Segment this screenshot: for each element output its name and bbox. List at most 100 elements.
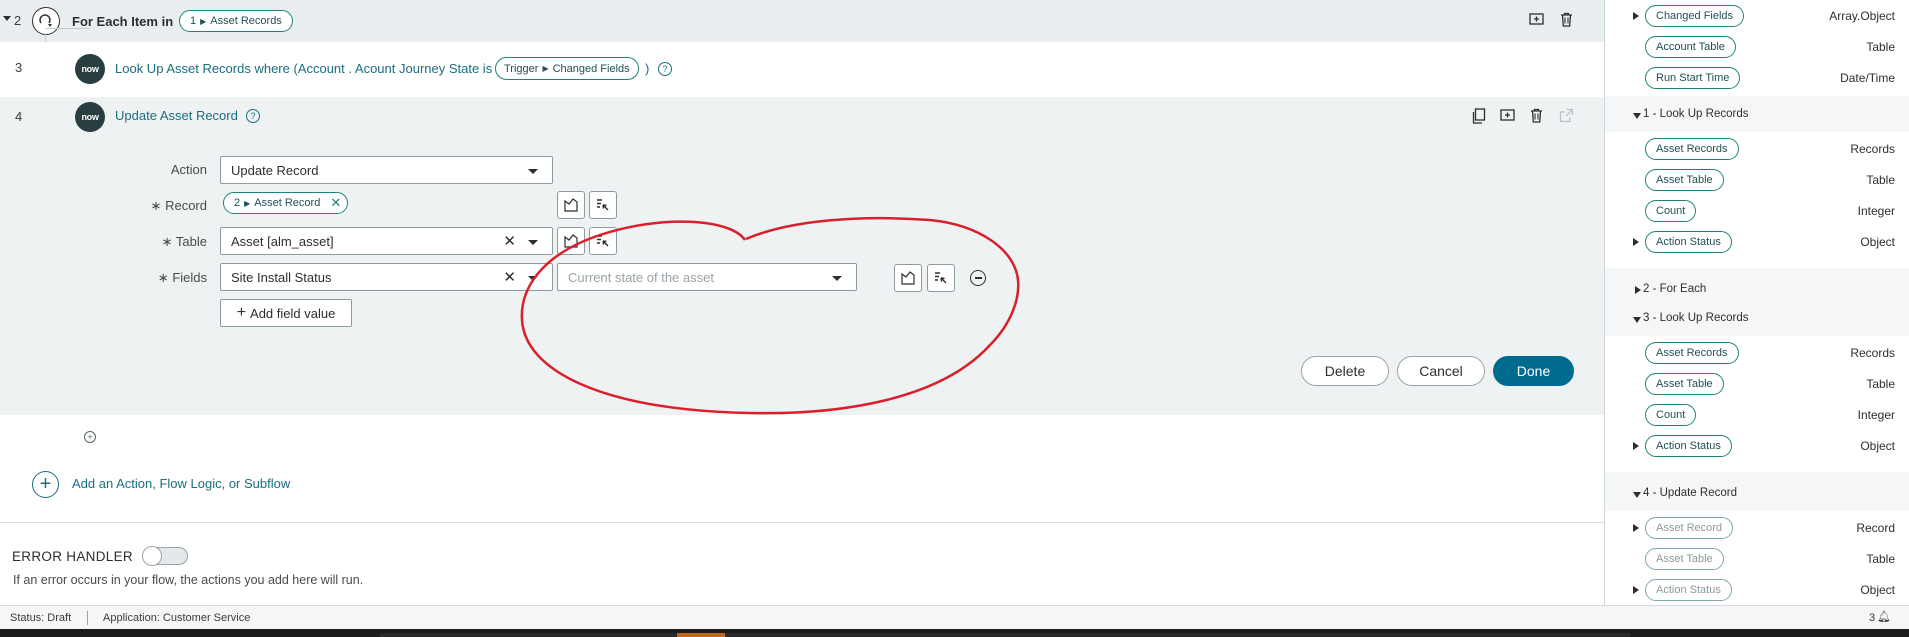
error-handler-toggle[interactable] [142, 546, 188, 566]
section-header[interactable]: 1 - Look Up Records [1643, 108, 1748, 120]
bell-icon[interactable]: 🔔︎ [1877, 610, 1891, 623]
action-value: Update Record [231, 162, 319, 178]
step-number: 4 [15, 109, 23, 124]
divider [87, 611, 88, 625]
required-mark: ∗ [150, 198, 162, 213]
help-icon[interactable]: ? [658, 62, 672, 76]
done-button[interactable]: Done [1493, 356, 1574, 386]
help-icon[interactable]: ? [246, 109, 260, 123]
data-type: Object [1860, 583, 1895, 597]
add-comment-icon[interactable] [1529, 13, 1545, 30]
delete-button[interactable]: Delete [1301, 356, 1389, 386]
section-header[interactable]: 4 - Update Record [1643, 487, 1737, 499]
data-type: Object [1860, 235, 1895, 249]
flow-editor: 2 For Each Item in 1 ▶ Asset Records 3 now… [0, 0, 1604, 605]
pill-label: Changed Fields [552, 62, 630, 75]
data-pill[interactable]: Asset Records [1645, 138, 1739, 160]
copy-icon[interactable] [1472, 108, 1486, 127]
data-pill[interactable]: Action Status [1645, 579, 1732, 601]
fields-label-text: Fields [172, 270, 207, 285]
expand-icon[interactable] [1633, 12, 1639, 20]
add-field-value-button[interactable]: + Add field value [220, 299, 352, 327]
data-type: Records [1850, 346, 1895, 360]
pill-label: Asset Records [210, 15, 282, 27]
toggle-knob [142, 546, 162, 566]
data-pill[interactable]: Asset Table [1645, 169, 1724, 191]
add-step-icon[interactable]: + [84, 431, 96, 443]
step-title[interactable]: Look Up Asset Records where (Account . A… [115, 61, 492, 76]
data-type: Record [1856, 521, 1895, 535]
step-number: 3 [15, 60, 23, 75]
loop-icon [32, 7, 60, 35]
step-title[interactable]: Update Asset Record [115, 108, 238, 123]
pill-label: Trigger [504, 62, 539, 75]
expand-icon[interactable] [1633, 524, 1639, 532]
section-header[interactable]: 3 - Look Up Records [1643, 312, 1748, 324]
trash-icon[interactable] [1560, 12, 1573, 30]
collapse-icon[interactable] [1633, 317, 1641, 323]
expand-icon[interactable] [1633, 442, 1639, 450]
data-pill[interactable]: Count [1645, 404, 1697, 426]
step-title: For Each Item in [72, 14, 174, 29]
taskbar-strip [0, 629, 1909, 637]
table-select[interactable]: Asset [alm_asset] ✕ [220, 227, 553, 255]
data-pill[interactable]: Asset Table [1645, 373, 1724, 395]
data-pill[interactable]: Action Status [1645, 231, 1732, 253]
expand-icon[interactable] [1633, 586, 1639, 594]
action-label: Action [170, 162, 207, 177]
section-header[interactable]: 2 - For Each [1643, 283, 1706, 295]
trash-icon[interactable] [1530, 108, 1543, 126]
field-name-select[interactable]: Site Install Status ✕ [220, 263, 553, 291]
data-pill[interactable]: Changed Fields [1645, 5, 1745, 27]
add-action-icon[interactable]: + [32, 471, 59, 498]
data-type: Integer [1857, 204, 1895, 218]
pill-arrow-icon: ▶ [542, 64, 549, 73]
add-comment-icon[interactable] [1500, 109, 1516, 126]
expand-icon[interactable] [1635, 286, 1641, 294]
collapse-icon[interactable] [1633, 492, 1641, 498]
data-pill[interactable]: Account Table [1645, 36, 1736, 58]
divider [0, 522, 1604, 523]
data-pill[interactable]: Count [1645, 200, 1697, 222]
field-name-value: Site Install Status [231, 269, 332, 285]
close-paren: ) [645, 61, 650, 76]
remove-pill-icon[interactable]: ✕ [330, 195, 341, 211]
now-logo-icon: now [75, 102, 105, 132]
required-mark: ∗ [157, 270, 169, 285]
fields-label: ∗ Fields [112, 270, 207, 286]
data-pill[interactable]: Action Status [1645, 435, 1732, 457]
data-pill[interactable]: Asset Record [1645, 517, 1734, 539]
required-mark: ∗ [161, 234, 173, 249]
table-label: ∗ Table [112, 234, 207, 250]
record-label: ∗ Record [112, 198, 207, 214]
data-pill[interactable]: Asset Records [1645, 342, 1739, 364]
taskbar-item [380, 633, 1630, 637]
asset-record-data-pill[interactable]: 2 ▶ Asset Record ✕ [223, 192, 349, 214]
expand-icon[interactable] [1633, 238, 1639, 246]
data-type: Array.Object [1829, 9, 1895, 23]
pill-index: 1 [190, 15, 197, 27]
asset-records-data-pill[interactable]: 1 ▶ Asset Records [179, 10, 293, 32]
trigger-changed-fields-pill[interactable]: Trigger ▶ Changed Fields [495, 57, 639, 80]
table-value: Asset [alm_asset] [231, 233, 334, 249]
data-type: Table [1866, 173, 1895, 187]
pill-arrow-icon: ▶ [244, 198, 251, 208]
cancel-button[interactable]: Cancel [1397, 356, 1485, 386]
action-select[interactable]: Update Record [220, 156, 553, 184]
flow-connector [46, 28, 90, 29]
pill-arrow-icon: ▶ [200, 16, 207, 26]
external-link-icon[interactable] [1559, 108, 1574, 126]
data-pill[interactable]: Asset Table [1645, 548, 1724, 570]
application-text: Application: Customer Service [103, 612, 251, 624]
notification-count[interactable]: 3 [1869, 612, 1875, 624]
add-field-value-label: Add field value [250, 305, 336, 321]
data-panel: Changed Fields Array.Object Account Table T… [1604, 0, 1909, 605]
collapse-icon[interactable] [1633, 113, 1641, 119]
now-logo-icon: now [75, 54, 105, 84]
data-type: Table [1866, 552, 1895, 566]
data-type: Date/Time [1840, 71, 1895, 85]
collapse-icon[interactable] [3, 16, 11, 21]
add-action-link[interactable]: Add an Action, Flow Logic, or Subflow [72, 476, 290, 491]
taskbar-item-active [677, 633, 725, 637]
data-pill[interactable]: Run Start Time [1645, 67, 1741, 89]
